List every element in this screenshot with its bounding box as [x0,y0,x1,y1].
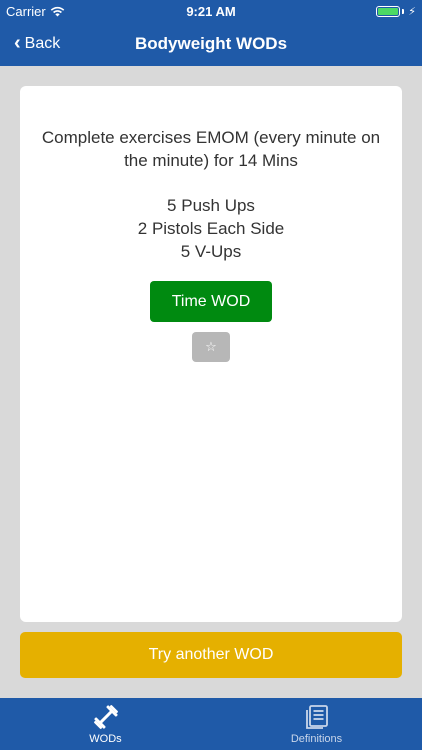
battery-indicator: ⚡ [376,5,416,18]
time-wod-button[interactable]: Time WOD [150,281,272,322]
battery-icon [376,6,401,17]
tab-wods[interactable]: WODs [0,698,211,750]
exercise-item: 2 Pistols Each Side [137,219,285,238]
wod-card: Complete exercises EMOM (every minute on… [20,86,402,622]
tab-definitions[interactable]: Definitions [211,698,422,750]
try-another-wod-button[interactable]: Try another WOD [20,632,402,678]
exercise-item: 5 V-Ups [180,242,242,261]
document-list-icon [305,705,328,729]
status-time: 9:21 AM [186,4,236,19]
tab-label: WODs [89,733,122,745]
status-bar: Carrier 9:21 AM ⚡ [0,0,422,22]
exercise-list: 5 Push Ups 2 Pistols Each Side 5 V-Ups [36,194,386,263]
favorite-button[interactable]: ☆ [192,332,230,362]
chevron-left-icon: ‹ [14,32,21,54]
tab-bar: WODs Definitions [0,698,422,750]
dumbbell-icon [93,705,118,729]
page-title: Bodyweight WODs [134,34,288,53]
navigation-bar: ‹ Back Bodyweight WODs [0,22,422,66]
charging-bolt-icon: ⚡ [408,6,416,18]
exercise-item: 5 Push Ups [167,196,255,215]
back-button[interactable]: ‹ Back [14,22,60,66]
back-label: Back [24,35,61,52]
tab-label: Definitions [290,733,343,745]
wod-description: Complete exercises EMOM (every minute on… [41,128,381,170]
star-outline-icon: ☆ [205,339,217,355]
